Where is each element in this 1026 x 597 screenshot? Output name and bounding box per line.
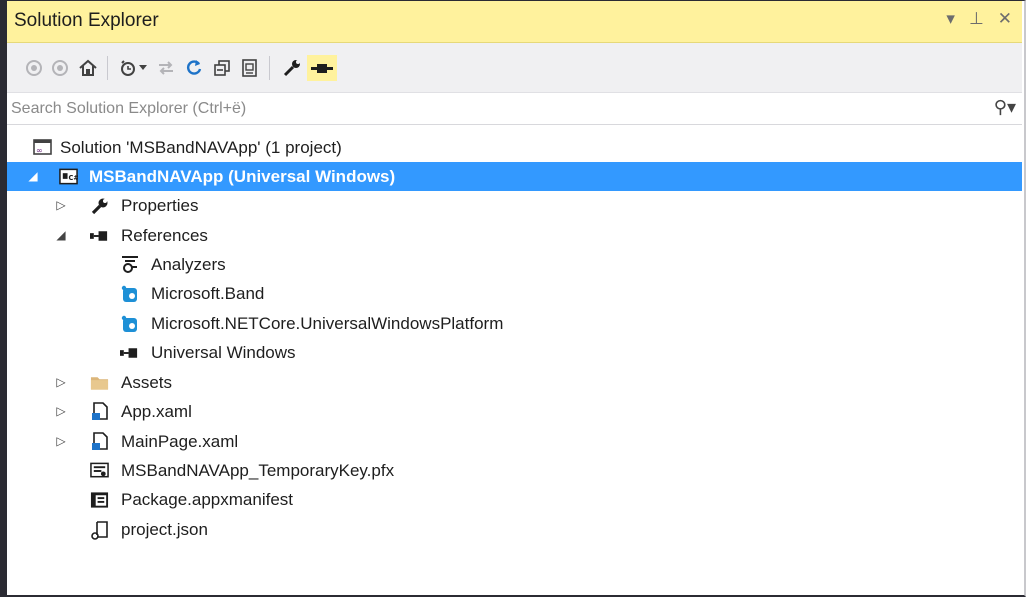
expand-arrow-icon[interactable]: ▷ — [54, 191, 68, 220]
tree-item-properties[interactable]: ▷ Properties — [7, 191, 1022, 220]
title-controls: ▾ ⊥ ✕ — [946, 9, 1012, 29]
tree-item-universal-windows[interactable]: Universal Windows — [7, 338, 1022, 367]
tree-item-label: App.xaml — [121, 402, 192, 421]
references-icon — [90, 226, 109, 245]
pending-dropdown-icon[interactable] — [137, 55, 149, 81]
window-title: Solution Explorer — [14, 10, 159, 31]
toolbar-separator — [107, 56, 108, 80]
folder-icon — [90, 373, 109, 392]
tree-item-assets[interactable]: ▷ Assets — [7, 368, 1022, 397]
show-all-files-icon[interactable] — [237, 55, 263, 81]
tree-item-label: MSBandNAVApp_TemporaryKey.pfx — [121, 461, 395, 480]
tree-item-solution[interactable]: ∞ Solution 'MSBandNAVApp' (1 project) — [7, 133, 1022, 162]
search-input[interactable] — [7, 93, 973, 125]
reference-icon — [120, 343, 139, 362]
nuget-package-icon — [120, 284, 139, 303]
json-file-icon — [90, 520, 109, 540]
pin-icon[interactable]: ⊥ — [969, 9, 984, 29]
tree-item-analyzers[interactable]: Analyzers — [7, 250, 1022, 279]
properties-icon[interactable] — [279, 55, 305, 81]
tree-item-mainpage-xaml[interactable]: ▷ MainPage.xaml — [7, 427, 1022, 456]
certificate-icon — [90, 461, 109, 480]
home-icon[interactable] — [75, 55, 101, 81]
tree-item-label: Assets — [121, 373, 173, 392]
close-icon[interactable]: ✕ — [998, 9, 1012, 29]
collapse-arrow-icon[interactable]: ◢ — [26, 162, 40, 191]
search-bar: ⚲▾ — [7, 93, 1022, 125]
svg-text:∞: ∞ — [36, 146, 43, 155]
solution-icon: ∞ — [33, 138, 52, 157]
toolbar-separator — [269, 56, 270, 80]
tree-item-label: project.json — [121, 520, 208, 539]
forward-icon[interactable] — [47, 55, 73, 81]
search-icon[interactable]: ⚲▾ — [994, 97, 1016, 118]
tree-item-app-xaml[interactable]: ▷ App.xaml — [7, 397, 1022, 426]
tree-item-label: Properties — [121, 196, 199, 215]
collapse-arrow-icon[interactable]: ◢ — [54, 221, 68, 250]
tree-item-label: Microsoft.Band — [151, 284, 265, 303]
dropdown-icon[interactable]: ▾ — [946, 9, 955, 29]
expand-arrow-icon[interactable]: ▷ — [54, 368, 68, 397]
svg-text:C#: C# — [69, 174, 79, 182]
tree-item-label: Microsoft.NETCore.UniversalWindowsPlatfo… — [151, 314, 504, 333]
project-icon: C# — [59, 167, 78, 186]
tree-item-temporary-key[interactable]: MSBandNAVApp_TemporaryKey.pfx — [7, 456, 1022, 485]
tree-item-project[interactable]: ◢ C# MSBandNAVApp (Universal Windows) — [7, 162, 1022, 191]
toolbar — [7, 43, 1022, 93]
tree-item-references[interactable]: ◢ References — [7, 221, 1022, 250]
title-bar: Solution Explorer ▾ ⊥ ✕ — [7, 1, 1022, 43]
tree-item-label: MainPage.xaml — [121, 432, 239, 451]
tree-item-microsoft-band[interactable]: Microsoft.Band — [7, 279, 1022, 308]
refresh-icon[interactable] — [181, 55, 207, 81]
tree-item-netcore[interactable]: Microsoft.NETCore.UniversalWindowsPlatfo… — [7, 309, 1022, 338]
nuget-package-icon — [120, 314, 139, 333]
manifest-icon — [90, 490, 109, 509]
expand-arrow-icon[interactable]: ▷ — [54, 397, 68, 426]
tree-item-manifest[interactable]: Package.appxmanifest — [7, 485, 1022, 514]
preview-icon[interactable] — [307, 55, 337, 81]
tree-item-label: Solution 'MSBandNAVApp' (1 project) — [60, 138, 342, 157]
collapse-all-icon[interactable] — [209, 55, 235, 81]
tree-item-project-json[interactable]: project.json — [7, 515, 1022, 544]
tree-item-label: References — [121, 226, 208, 245]
xaml-file-icon — [90, 402, 109, 421]
back-icon[interactable] — [21, 55, 47, 81]
analyzers-icon — [120, 255, 139, 274]
wrench-icon — [90, 196, 109, 215]
tree-item-label: Universal Windows — [151, 343, 296, 362]
tree-item-label: MSBandNAVApp (Universal Windows) — [89, 167, 396, 186]
expand-arrow-icon[interactable]: ▷ — [54, 427, 68, 456]
tree-item-label: Analyzers — [151, 255, 226, 274]
xaml-file-icon — [90, 432, 109, 451]
tree-item-label: Package.appxmanifest — [121, 490, 293, 509]
sync-icon[interactable] — [153, 55, 179, 81]
